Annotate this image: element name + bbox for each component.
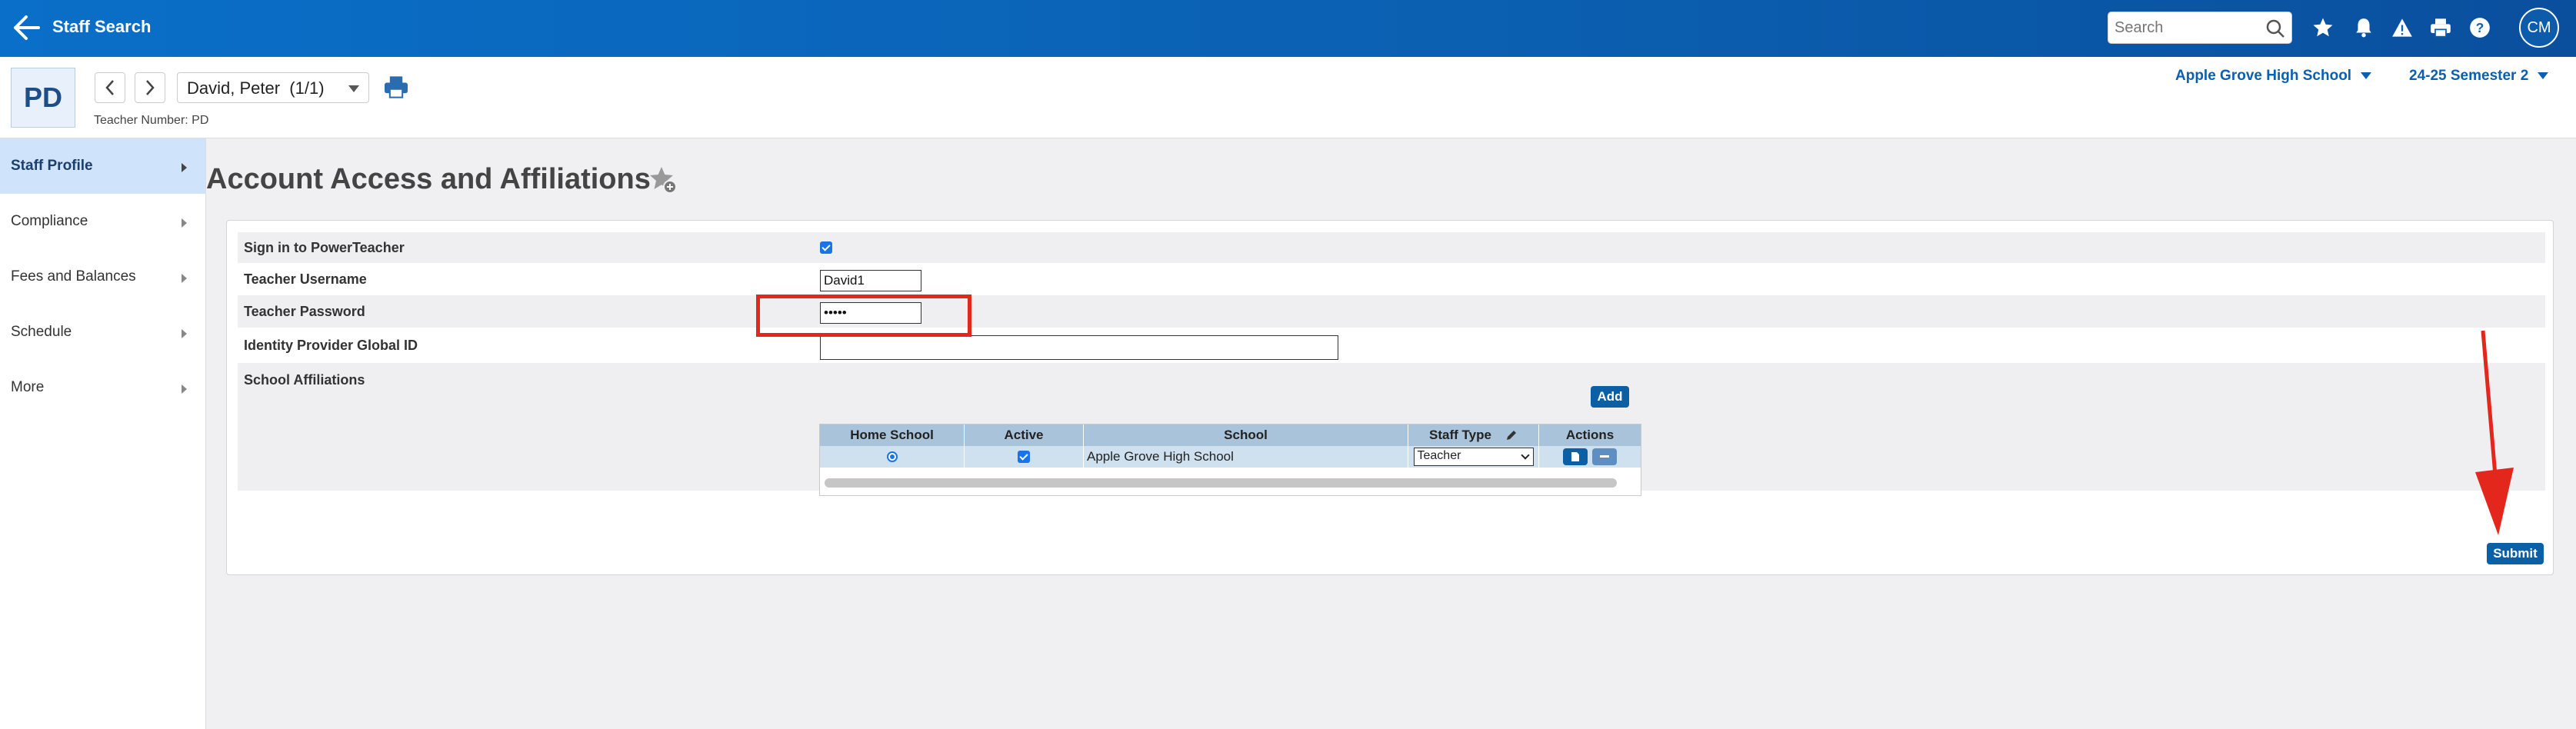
back-arrow-icon[interactable] [9,12,43,43]
staff-selector[interactable]: David, Peter (1/1) [177,72,369,103]
chevron-left-icon [105,80,114,95]
sidebar: Staff Profile Compliance Fees and Balanc… [0,138,206,729]
staff-header: PD David, Peter (1/1) Teacher Number: PD… [0,57,2576,138]
table-row: Apple Grove High School Teacher [820,446,1641,468]
red-pointer-arrow-icon [2466,329,2520,541]
page-title: Account Access and Affiliations [206,163,651,195]
remove-affiliation-button[interactable] [1592,448,1617,465]
alert-icon[interactable] [2390,15,2414,40]
caret-right-icon [182,329,187,338]
sidebar-item-fees-and-balances[interactable]: Fees and Balances [0,249,205,305]
sidebar-item-label: More [11,379,45,395]
caret-down-icon [2361,72,2372,80]
table-header: Home School Active School Staff Type Act… [820,424,1641,446]
sidebar-item-label: Schedule [11,324,72,340]
search-box [2108,12,2292,44]
col-home-school: Home School [820,424,965,446]
chevron-right-icon [146,80,155,95]
caret-right-icon [182,274,187,283]
school-selector-label: Apple Grove High School [2175,68,2352,84]
col-staff-type: Staff Type [1408,424,1539,446]
term-selector-label: 24-25 Semester 2 [2409,68,2529,84]
user-avatar[interactable]: CM [2519,8,2559,48]
staff-initials-badge: PD [11,68,75,128]
staff-type-cell: Teacher [1408,446,1539,468]
caret-right-icon [182,218,187,228]
active-checkbox[interactable] [1018,451,1030,463]
affiliations-label: School Affiliations [244,372,365,388]
caret-down-icon [348,85,359,92]
home-school-radio[interactable] [886,451,898,462]
col-active: Active [965,424,1084,446]
page-context-title: Staff Search [52,17,152,36]
idp-row: Identity Provider Global ID [238,328,2545,363]
account-access-panel: Sign in to PowerTeacher Teacher Username… [226,220,2554,575]
view-record-button[interactable] [1563,448,1588,465]
help-icon[interactable]: ? [2468,15,2492,40]
idp-label: Identity Provider Global ID [244,338,418,353]
staff-selector-label: David, Peter (1/1) [187,78,325,98]
search-icon[interactable] [2265,18,2285,42]
staff-type-value: Teacher [1417,449,1461,462]
minus-icon [1600,455,1609,458]
col-actions: Actions [1565,428,1615,442]
password-row: Teacher Password [238,295,2545,328]
staff-type-select[interactable]: Teacher [1413,448,1534,466]
caret-down-icon [2538,72,2549,80]
svg-text:?: ? [2476,20,2484,35]
caret-right-icon [182,163,187,172]
caret-right-icon [182,384,187,394]
sidebar-item-label: Staff Profile [11,158,93,174]
table-horizontal-scrollbar[interactable] [825,478,1617,488]
col-staff-type-label: Staff Type [1429,428,1491,442]
bell-icon[interactable] [2351,15,2376,40]
next-staff-button[interactable] [135,72,165,103]
signin-label: Sign in to PowerTeacher [244,240,405,255]
username-input[interactable] [820,270,921,291]
add-favorite-icon[interactable] [648,165,678,199]
sidebar-item-schedule[interactable]: Schedule [0,305,205,360]
print-page-icon[interactable] [383,75,409,102]
username-row: Teacher Username [238,263,2545,295]
teacher-number: Teacher Number: PD [94,114,209,127]
submit-button[interactable]: Submit [2487,543,2544,564]
home-school-cell [820,446,965,468]
signin-row: Sign in to PowerTeacher [238,232,2545,263]
idp-input[interactable] [820,335,1338,360]
sidebar-item-compliance[interactable]: Compliance [0,194,205,249]
school-selector[interactable]: Apple Grove High School [2175,68,2372,85]
sidebar-item-label: Compliance [11,213,88,229]
username-label: Teacher Username [244,271,367,287]
print-icon[interactable] [2428,15,2453,40]
edit-pencil-icon[interactable] [1505,429,1518,441]
col-school: School [1084,424,1408,446]
chevron-down-icon [1520,451,1530,460]
sidebar-item-more[interactable]: More [0,360,205,415]
star-icon[interactable] [2311,15,2335,40]
school-cell: Apple Grove High School [1084,446,1408,468]
password-label: Teacher Password [244,304,365,319]
sidebar-item-label: Fees and Balances [11,268,136,285]
signin-checkbox[interactable] [820,241,832,254]
sidebar-item-staff-profile[interactable]: Staff Profile [0,138,205,194]
active-cell [965,446,1084,468]
add-affiliation-button[interactable]: Add [1591,386,1629,408]
top-bar: Staff Search ? CM [0,0,2576,57]
affiliations-table: Home School Active School Staff Type Act… [819,424,1641,496]
previous-staff-button[interactable] [95,72,125,103]
term-selector[interactable]: 24-25 Semester 2 [2409,68,2549,85]
document-icon [1571,452,1579,461]
search-input[interactable] [2108,12,2254,43]
password-highlight-box [756,295,971,337]
actions-cell [1539,446,1641,468]
